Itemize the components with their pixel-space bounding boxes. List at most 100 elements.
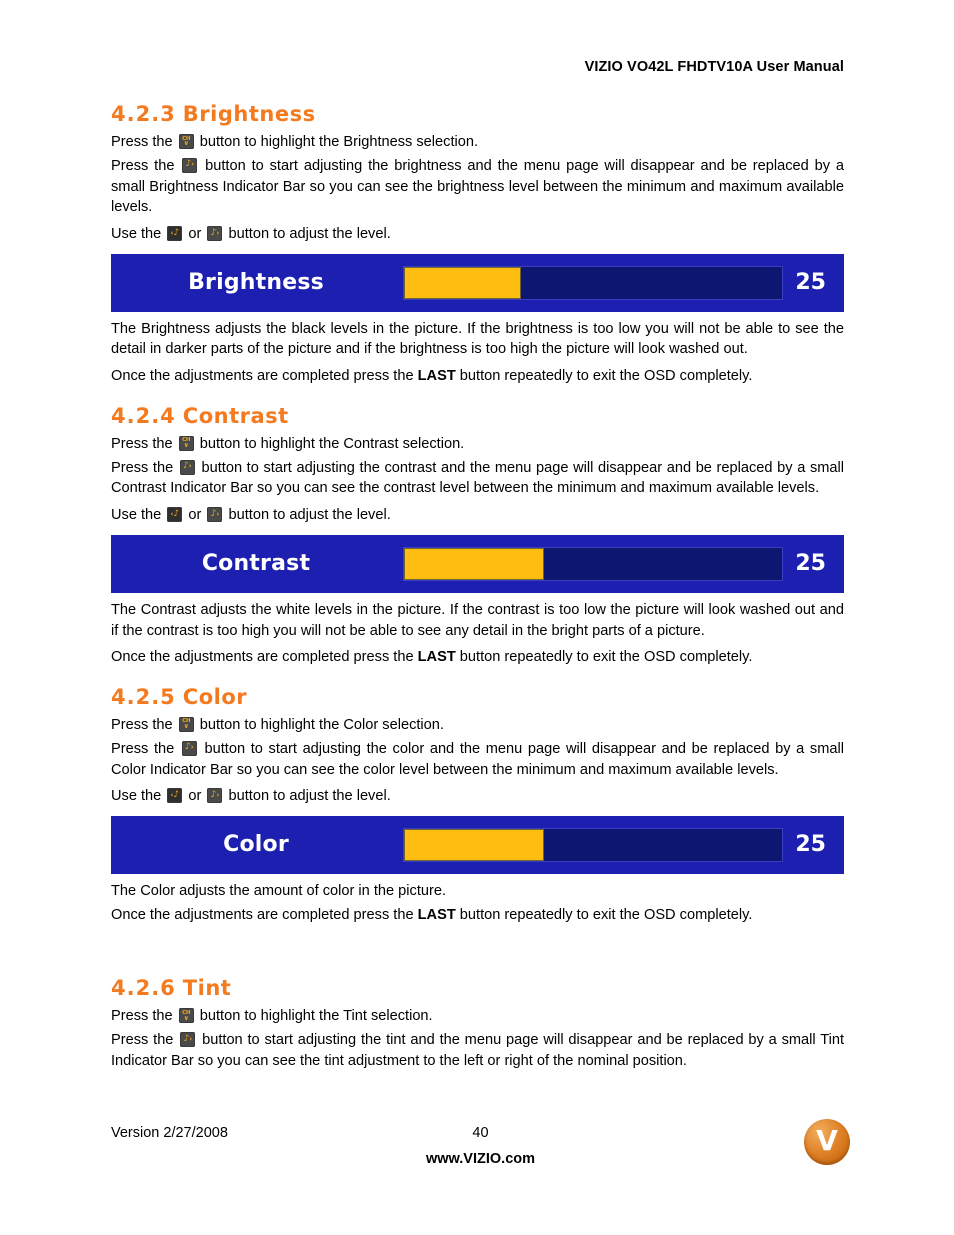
last-key-label: LAST xyxy=(417,649,456,666)
text-fragment: Press the xyxy=(111,1032,179,1049)
text-fragment: Press the xyxy=(111,435,177,452)
osd-fill xyxy=(404,547,544,580)
osd-label: Color xyxy=(223,832,289,858)
section-number: 4.2.5 xyxy=(111,684,176,709)
volume-right-button-icon[interactable]: ♪ › xyxy=(207,507,223,523)
text-fragment: Use the xyxy=(111,225,166,242)
vizio-logo-icon: V xyxy=(804,1119,850,1165)
brightness-highlight-instruction: Press the CH ∨ button to highlight the Br… xyxy=(111,132,844,153)
osd-fill xyxy=(404,828,544,861)
ch-down-chevron: ∨ xyxy=(183,139,189,148)
text-fragment: button to highlight the Tint selection. xyxy=(195,1008,433,1025)
right-arrow-glyph: › xyxy=(216,790,220,799)
section-title: Color xyxy=(182,684,248,709)
contrast-last-instruction: Once the adjustments are completed press… xyxy=(111,647,844,668)
ch-down-chevron: ∨ xyxy=(183,441,189,450)
osd-value: 25 xyxy=(795,270,826,296)
ch-down-button-icon[interactable]: CH ∨ xyxy=(178,435,194,451)
brightness-explanation: The Brightness adjusts the black levels … xyxy=(111,320,844,358)
text-fragment: button to start adjusting the tint and t… xyxy=(111,1032,845,1069)
volume-right-button-icon[interactable]: ♪ › xyxy=(179,459,195,475)
section-title: Contrast xyxy=(182,403,289,428)
text-fragment: button to adjust the level. xyxy=(224,507,391,524)
contrast-explanation: The Contrast adjusts the white levels in… xyxy=(111,601,844,639)
text-fragment: Press the xyxy=(111,717,177,734)
text-fragment: Press the xyxy=(111,740,180,757)
volume-left-button-icon[interactable]: ‹ ♪ xyxy=(167,225,183,241)
text-fragment: Once the adjustments are completed press… xyxy=(111,649,418,666)
text-fragment: button to start adjusting the color and … xyxy=(111,740,844,778)
section-heading-tint: 4.2.6 Tint xyxy=(111,977,844,1000)
text-fragment: button to adjust the level. xyxy=(224,225,391,242)
text-fragment: Press the xyxy=(111,157,181,174)
osd-track[interactable] xyxy=(403,827,783,862)
color-explanation: The Color adjusts the amount of color in… xyxy=(111,882,447,899)
ch-down-button-icon[interactable]: CH ∨ xyxy=(178,1008,194,1024)
color-use-instruction: Use the ‹ ♪ or ♪ › button to adjust the le… xyxy=(111,786,844,807)
volume-right-button-icon[interactable]: ♪ › xyxy=(180,1032,196,1048)
text-fragment: button repeatedly to exit the OSD comple… xyxy=(455,906,753,923)
brightness-adjust-instruction: Press the ♪ › button to start adjusting t… xyxy=(111,156,844,218)
page-content: 4.2.3 Brightness Press the CH ∨ button to … xyxy=(111,102,844,1078)
text-fragment: Press the xyxy=(111,1008,177,1025)
text-fragment: button repeatedly to exit the OSD comple… xyxy=(455,649,753,666)
osd-label: Brightness xyxy=(188,270,324,296)
ch-down-button-icon[interactable]: CH ∨ xyxy=(178,134,194,150)
last-key-label: LAST xyxy=(417,906,456,923)
volume-right-button-icon[interactable]: ♪ › xyxy=(207,788,223,804)
text-fragment: Use the xyxy=(111,788,166,805)
brightness-use-instruction: Use the ‹ ♪ or ♪ › button to adjust the le… xyxy=(111,224,844,245)
volume-left-button-icon[interactable]: ‹ ♪ xyxy=(167,507,183,523)
volume-right-button-icon[interactable]: ♪ › xyxy=(207,225,223,241)
brightness-indicator-bar: Brightness 25 xyxy=(111,253,844,312)
osd-track[interactable] xyxy=(403,265,783,300)
section-number: 4.2.3 xyxy=(111,102,176,126)
right-arrow-glyph: › xyxy=(188,462,192,471)
section-title: Brightness xyxy=(182,102,316,126)
page-footer: Version 2/27/2008 40 www.VIZIO.com V xyxy=(111,1119,850,1187)
text-fragment: or xyxy=(184,507,206,524)
last-key-label: LAST xyxy=(417,368,456,385)
contrast-use-instruction: Use the ‹ ♪ or ♪ › button to adjust the le… xyxy=(111,505,844,526)
footer-page-number: 40 xyxy=(472,1125,489,1141)
volume-right-button-icon[interactable]: ♪ › xyxy=(181,740,197,756)
document-header-title: VIZIO VO42L FHDTV10A User Manual xyxy=(584,59,844,75)
speaker-glyph: ♪ xyxy=(173,789,180,800)
section-heading-brightness: 4.2.3 Brightness xyxy=(111,102,844,126)
tint-adjust-instruction: Press the ♪ › button to start adjusting t… xyxy=(111,1030,844,1071)
volume-left-button-icon[interactable]: ‹ ♪ xyxy=(167,788,183,804)
manual-page: VIZIO VO42L FHDTV10A User Manual 4.2.3 Br… xyxy=(0,0,954,1235)
right-arrow-glyph: › xyxy=(191,160,195,169)
text-fragment: or xyxy=(184,225,206,242)
section-heading-color: 4.2.5 Color xyxy=(111,684,844,709)
contrast-adjust-instruction: Press the ♪ › button to start adjusting t… xyxy=(111,458,844,499)
text-fragment: button to highlight the Contrast selecti… xyxy=(195,435,465,452)
right-arrow-glyph: › xyxy=(190,743,194,752)
speaker-glyph: ♪ xyxy=(173,227,180,238)
color-indicator-bar: Color 25 xyxy=(111,815,844,874)
footer-website: www.VIZIO.com xyxy=(425,1151,536,1167)
text-fragment: Press the xyxy=(111,459,178,476)
ch-down-chevron: ∨ xyxy=(183,1013,189,1022)
text-fragment: button to start adjusting the brightness… xyxy=(111,157,844,216)
osd-fill xyxy=(404,266,522,299)
logo-ellipse: V xyxy=(804,1119,850,1165)
speaker-glyph: ♪ xyxy=(173,508,180,519)
section-heading-contrast: 4.2.4 Contrast xyxy=(111,403,844,428)
contrast-indicator-bar: Contrast 25 xyxy=(111,534,844,593)
osd-label: Contrast xyxy=(201,551,311,577)
color-last-instruction: Once the adjustments are completed press… xyxy=(111,905,844,926)
brightness-last-instruction: Once the adjustments are completed press… xyxy=(111,366,844,387)
volume-right-button-icon[interactable]: ♪ › xyxy=(182,157,198,173)
tint-highlight-instruction: Press the CH ∨ button to highlight the Ti… xyxy=(111,1006,844,1027)
ch-down-button-icon[interactable]: CH ∨ xyxy=(178,717,194,733)
text-fragment: Once the adjustments are completed press… xyxy=(111,906,418,923)
text-fragment: button to adjust the level. xyxy=(224,788,391,805)
right-arrow-glyph: › xyxy=(216,509,220,518)
ch-down-chevron: ∨ xyxy=(183,722,189,731)
color-adjust-instruction: Press the ♪ › button to start adjusting t… xyxy=(111,739,844,780)
text-fragment: Use the xyxy=(111,507,166,524)
osd-track[interactable] xyxy=(403,546,783,581)
osd-value: 25 xyxy=(795,551,826,577)
text-fragment: Press the xyxy=(111,134,177,151)
